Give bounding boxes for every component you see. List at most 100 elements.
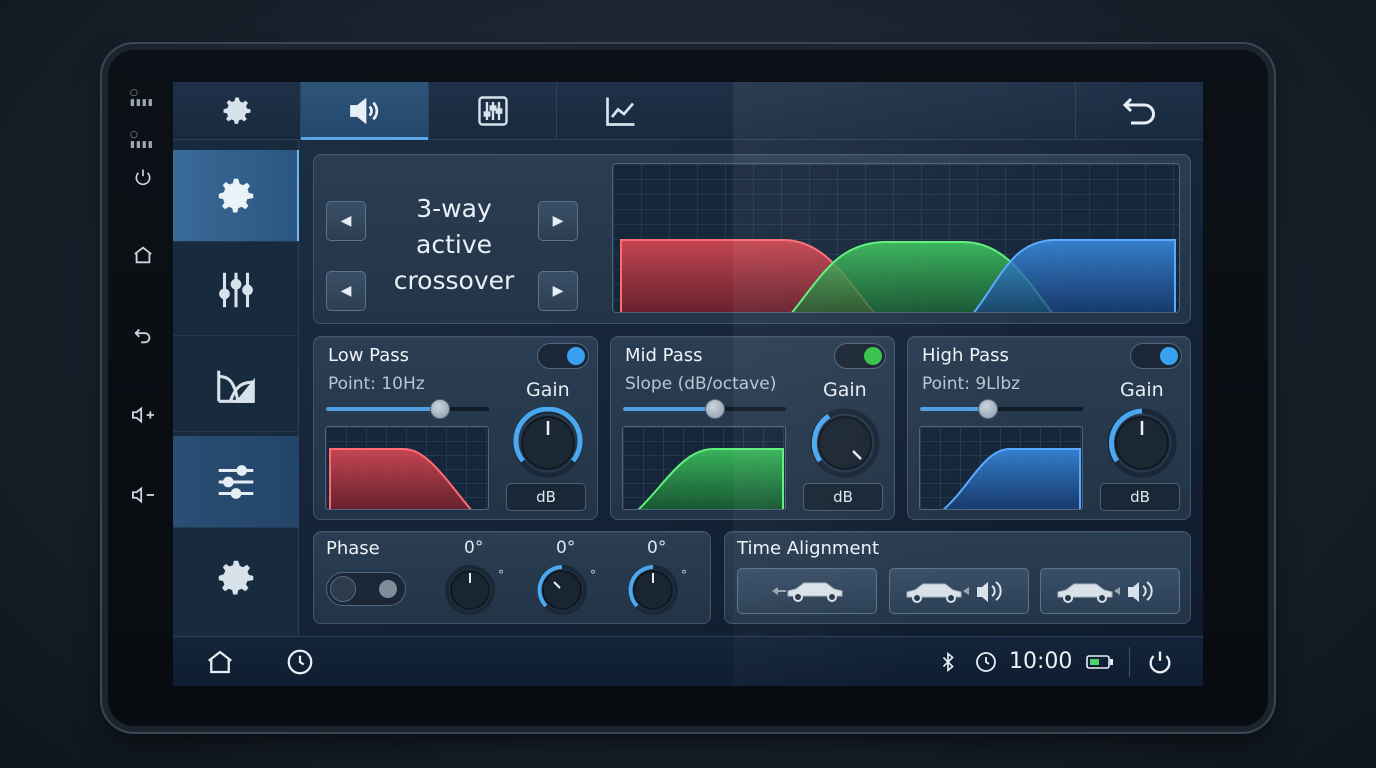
phase-1-knob[interactable] xyxy=(444,564,496,620)
return-icon xyxy=(1122,97,1155,125)
toggle-knob xyxy=(864,347,882,365)
equalizer-icon xyxy=(477,96,508,126)
battery-status xyxy=(1083,645,1117,679)
back-icon xyxy=(134,328,151,344)
time-alignment-label: Time Alignment xyxy=(737,538,879,559)
mid-pass-gain-knob[interactable] xyxy=(809,407,881,483)
toggle-knob xyxy=(379,580,397,598)
high-pass-point: Point: 9Llbz xyxy=(922,374,1021,394)
top-tab-bar xyxy=(173,82,1203,140)
phase-label: Phase xyxy=(326,538,380,559)
time-align-car-speaker-button[interactable] xyxy=(889,568,1029,614)
phase-1-unit: ° xyxy=(498,568,504,582)
clock-icon xyxy=(976,652,996,672)
toggle-knob-off xyxy=(330,576,356,602)
mid-pass-panel: Mid Pass Slope (dB/octave) Gain dB xyxy=(610,336,895,520)
tab-equalizer[interactable] xyxy=(429,82,557,140)
home-icon xyxy=(134,246,152,264)
tab-sound[interactable] xyxy=(301,82,429,140)
sidebar-item-crossover[interactable] xyxy=(173,340,299,432)
back-hw-button[interactable] xyxy=(128,320,158,350)
gear-icon xyxy=(218,560,254,595)
home-hw-button[interactable] xyxy=(128,240,158,270)
phase-toggle[interactable] xyxy=(326,572,406,606)
triangle-right-icon: ▶ xyxy=(552,283,564,299)
crossover-title: 3-way active crossover xyxy=(386,191,522,299)
crossover-prev-button-1[interactable]: ◀ xyxy=(326,201,366,241)
volume-down-icon xyxy=(132,486,154,504)
slider-thumb[interactable] xyxy=(430,399,450,419)
high-pass-toggle[interactable] xyxy=(1130,343,1182,369)
sidebar-item-mixer[interactable] xyxy=(173,244,299,336)
crossover-title-line-3: crossover xyxy=(393,266,515,295)
phase-3-unit: ° xyxy=(681,568,687,582)
low-pass-panel: Low Pass Point: 10Hz Gain dB xyxy=(313,336,598,520)
volume-up-hw-button[interactable] xyxy=(128,400,158,430)
mid-pass-db-box[interactable]: dB xyxy=(803,483,883,511)
mic-indicator: ○ ▮▮▮▮ xyxy=(130,88,154,108)
power-hw-button[interactable] xyxy=(128,162,158,192)
high-pass-db-box[interactable]: dB xyxy=(1100,483,1180,511)
home-icon xyxy=(208,650,232,674)
triangle-right-icon: ▶ xyxy=(552,213,564,229)
low-pass-db-box[interactable]: dB xyxy=(506,483,586,511)
triangle-left-icon: ◀ xyxy=(340,213,352,229)
gear-icon xyxy=(218,178,254,212)
crossover-prev-button-2[interactable]: ◀ xyxy=(326,271,366,311)
slider-thumb[interactable] xyxy=(978,399,998,419)
sensor-indicator: ○ ▮▮▮▮ xyxy=(130,130,154,150)
back-button[interactable] xyxy=(1075,82,1203,140)
high-pass-slider[interactable] xyxy=(920,399,1083,419)
mid-pass-slider[interactable] xyxy=(623,399,786,419)
slider-fill xyxy=(326,407,441,411)
history-button[interactable] xyxy=(283,645,317,679)
car-arrow-left-icon xyxy=(772,582,843,602)
tab-settings[interactable] xyxy=(173,82,301,140)
time-align-car-speaker-button-2[interactable] xyxy=(1040,568,1180,614)
sidebar-item-settings[interactable] xyxy=(173,150,299,242)
phase-3-knob[interactable] xyxy=(627,564,679,620)
crossover-next-button-1[interactable]: ▶ xyxy=(538,201,578,241)
clock-status xyxy=(969,645,1003,679)
high-pass-gain-knob[interactable] xyxy=(1106,407,1178,483)
slider-thumb[interactable] xyxy=(705,399,725,419)
phase-2-knob[interactable] xyxy=(536,564,588,620)
mid-pass-toggle[interactable] xyxy=(834,343,886,369)
low-pass-point: Point: 10Hz xyxy=(328,374,425,394)
crossover-curves xyxy=(613,164,1179,312)
crossover-next-button-2[interactable]: ▶ xyxy=(538,271,578,311)
power-button[interactable] xyxy=(1143,645,1177,679)
clock-time: 10:00 xyxy=(1009,649,1073,674)
low-pass-toggle[interactable] xyxy=(537,343,589,369)
crossover-response-graph xyxy=(612,163,1180,313)
crossover-title-line-1: 3-way xyxy=(416,194,492,223)
crossover-panel: ◀ ▶ ◀ ▶ 3-way active crossover xyxy=(313,154,1191,324)
power-icon xyxy=(1149,651,1171,674)
crossover-title-line-2: active xyxy=(416,230,492,259)
slider-fill xyxy=(623,407,714,411)
horizontal-sliders-icon xyxy=(218,464,254,499)
bluetooth-status xyxy=(931,645,965,679)
time-align-car-left-button[interactable] xyxy=(737,568,877,614)
clock-history-icon xyxy=(287,649,313,675)
gear-icon xyxy=(223,97,250,124)
volume-down-hw-button[interactable] xyxy=(128,480,158,510)
slider-fill xyxy=(920,407,987,411)
home-button[interactable] xyxy=(203,645,237,679)
low-pass-slider[interactable] xyxy=(326,399,489,419)
high-pass-title: High Pass xyxy=(922,345,1009,366)
hardware-button-strip: ○ ▮▮▮▮ ○ ▮▮▮▮ xyxy=(118,82,170,686)
display-screen: ◀ ▶ ◀ ▶ 3-way active crossover Low Pass … xyxy=(173,82,1203,686)
bottom-status-bar: 10:00 xyxy=(173,636,1203,686)
triangle-left-icon: ◀ xyxy=(340,283,352,299)
sidebar-item-system[interactable] xyxy=(173,532,299,624)
sidebar-item-adjust[interactable] xyxy=(173,436,299,528)
phase-1-value: 0° xyxy=(464,538,484,558)
phase-3-value: 0° xyxy=(647,538,667,558)
battery-icon xyxy=(1086,655,1113,669)
car-speaker-icon xyxy=(906,581,1002,603)
status-divider xyxy=(1129,647,1130,677)
tab-graph[interactable] xyxy=(557,82,685,140)
high-pass-panel: High Pass Point: 9Llbz Gain dB xyxy=(907,336,1191,520)
low-pass-gain-knob[interactable] xyxy=(512,406,584,483)
